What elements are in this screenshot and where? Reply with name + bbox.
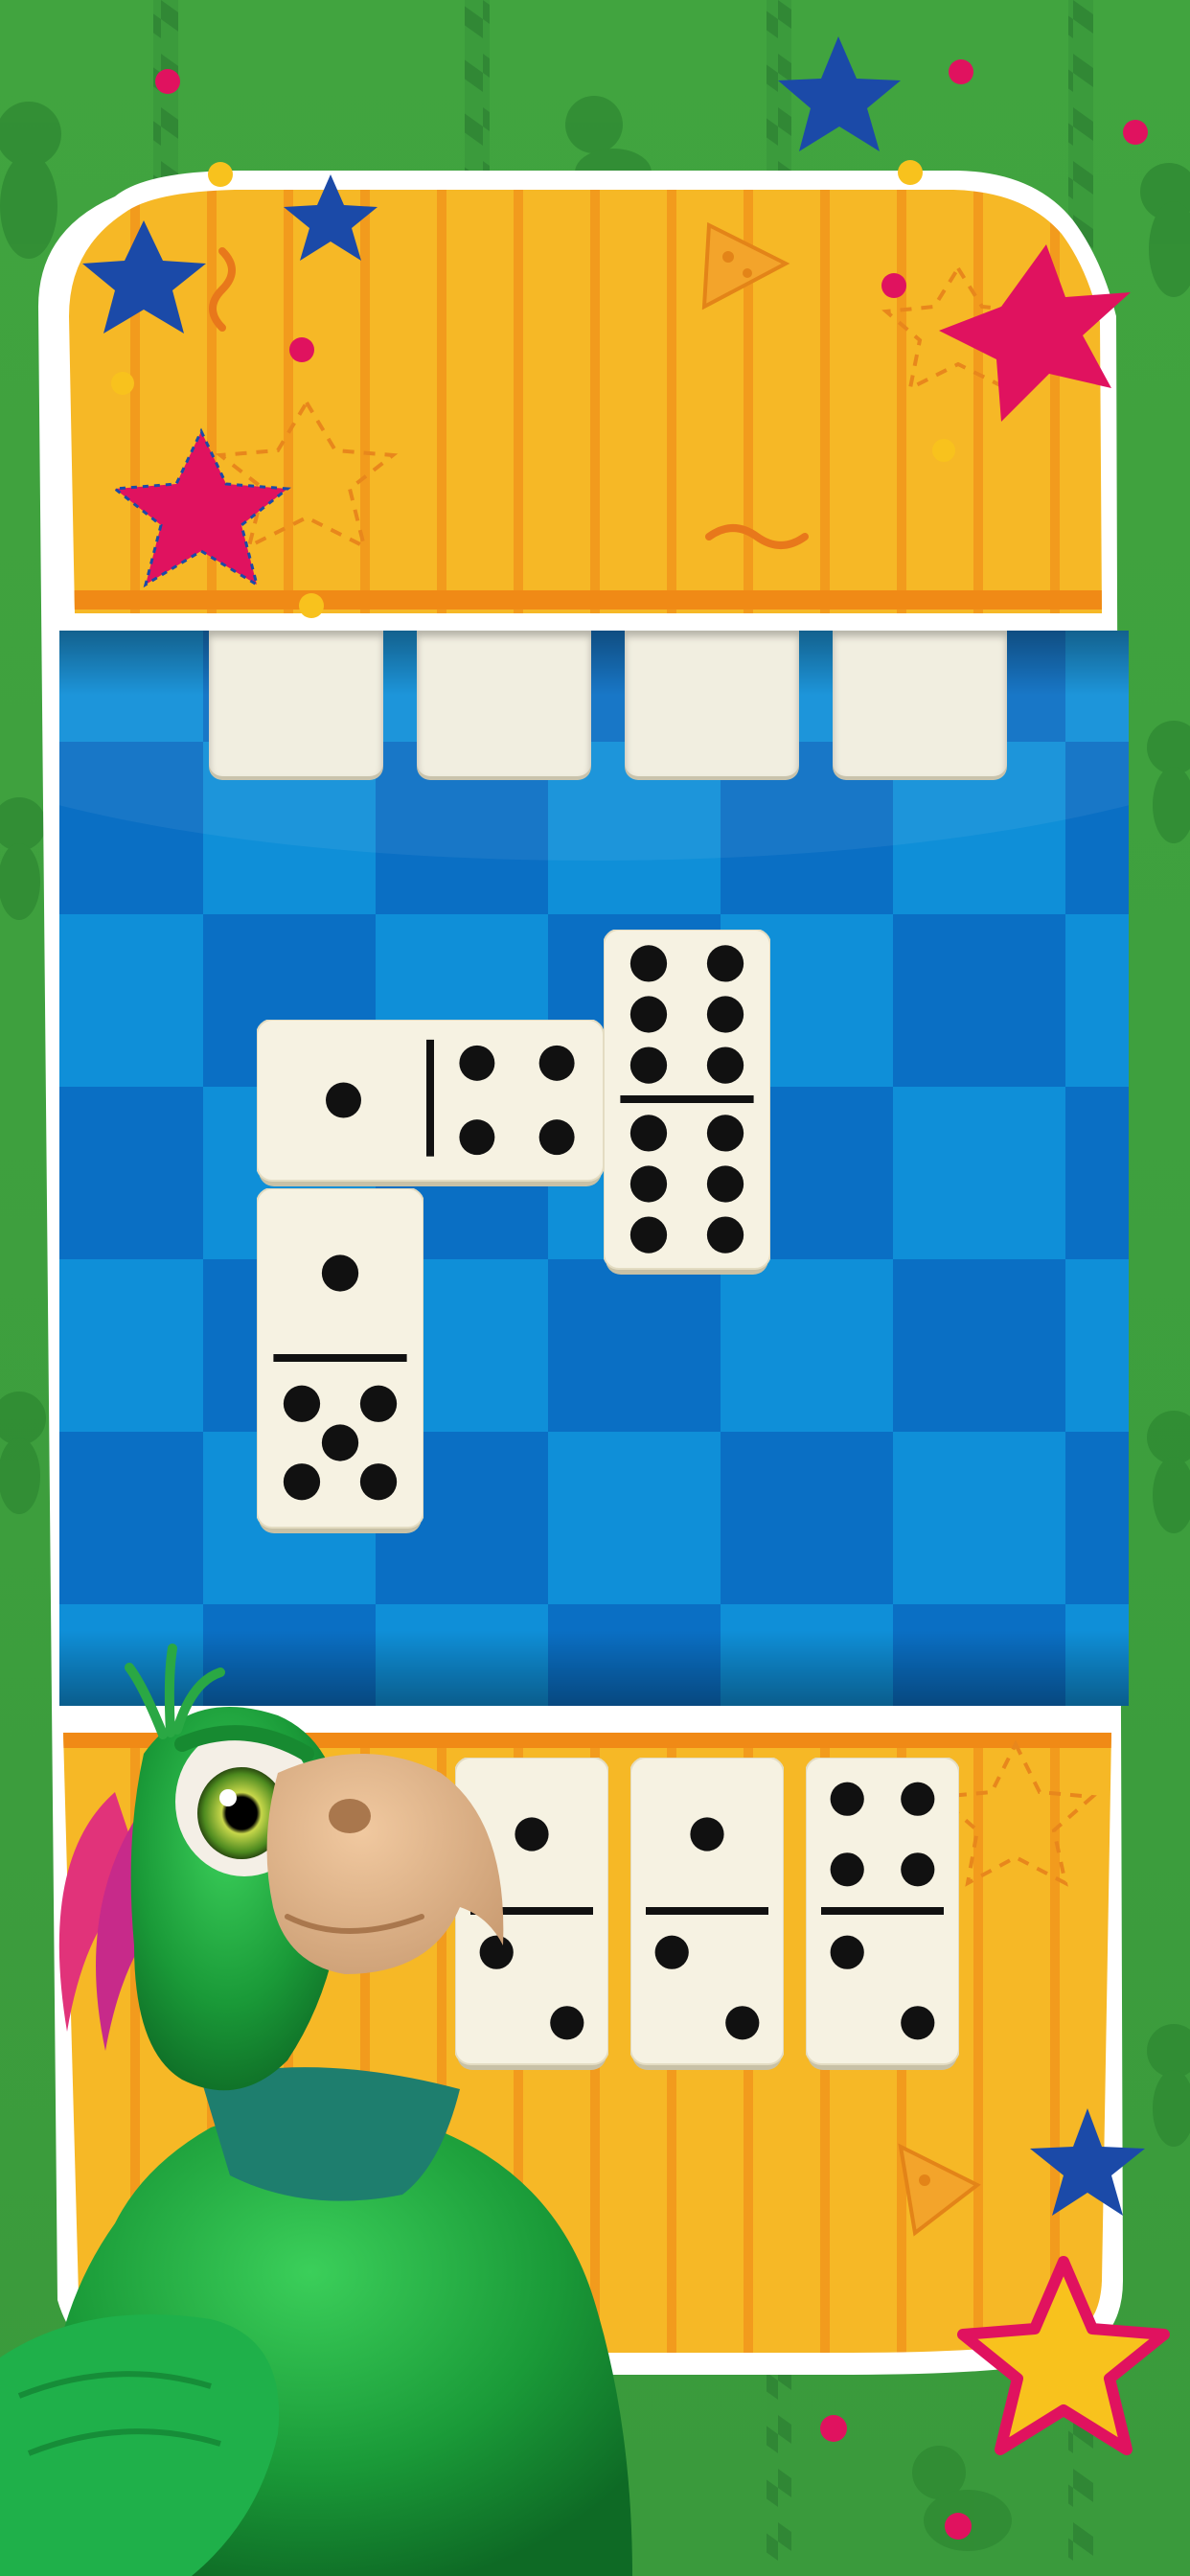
parrot-mascot-icon: [0, 1644, 633, 2576]
